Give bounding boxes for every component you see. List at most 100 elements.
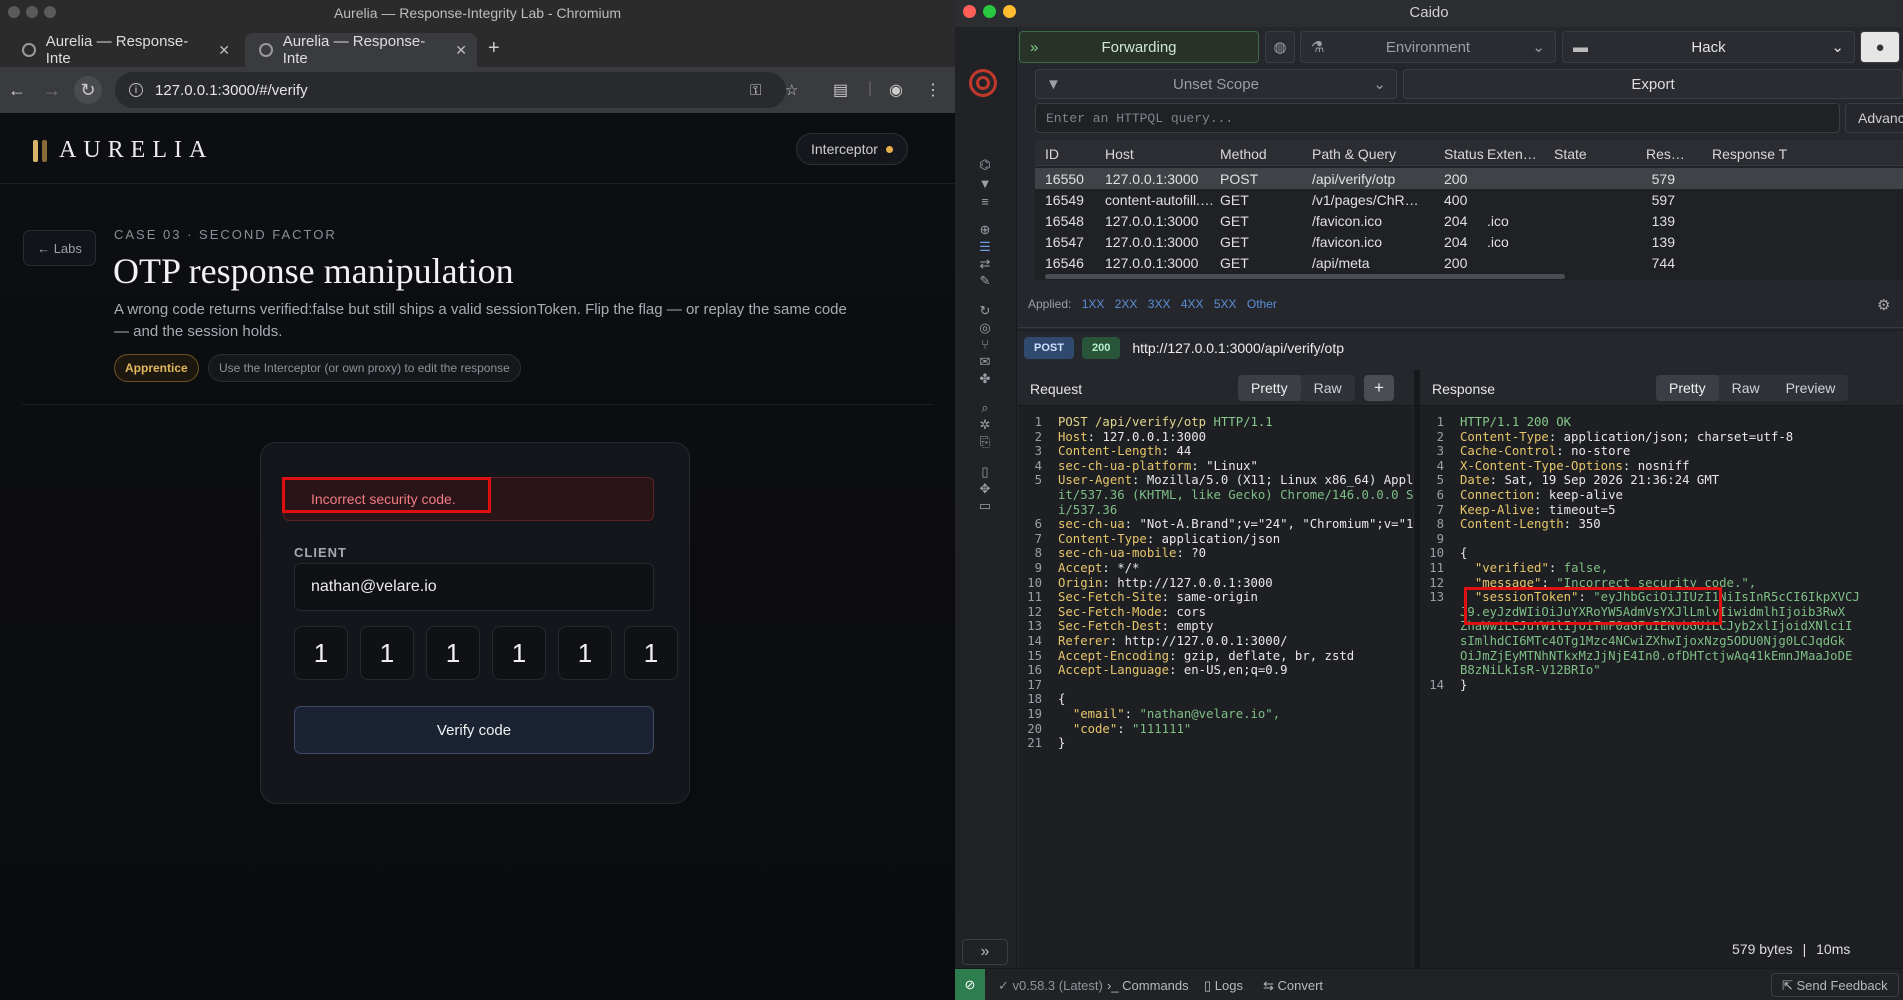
logs-button[interactable]: ▯ Logs	[1204, 978, 1243, 994]
maximize-window-button[interactable]	[983, 5, 996, 18]
email-field[interactable]: nathan@velare.io	[294, 563, 654, 611]
tab-pretty[interactable]: Pretty	[1238, 375, 1301, 401]
bug-icon[interactable]: ✲	[977, 417, 993, 432]
user-avatar-icon[interactable]: ●	[1860, 31, 1900, 63]
chat-icon[interactable]: ✉	[977, 354, 993, 369]
version-label: ✓ v0.58.3 (Latest)	[998, 978, 1103, 993]
profile-icon[interactable]: ◉	[889, 80, 903, 100]
code-line: "code": "111111"	[1072, 721, 1192, 736]
column-header[interactable]: Path & Query	[1312, 146, 1396, 162]
table-row[interactable]: 16546 127.0.0.1:3000 GET/api/meta 200 744	[1035, 252, 1903, 273]
export-file-icon[interactable]: ⎘	[977, 434, 993, 449]
column-header[interactable]: Exten…	[1487, 146, 1537, 162]
close-tab-icon[interactable]: ✕	[218, 42, 230, 59]
column-header[interactable]: Res…	[1646, 146, 1685, 162]
back-icon[interactable]: ←	[3, 76, 31, 104]
environment-select[interactable]: ⚗ Environment ⌄	[1300, 31, 1556, 63]
table-cell-path: /api/meta	[1312, 255, 1370, 271]
tab-preview[interactable]: Preview	[1773, 375, 1849, 401]
scope-select[interactable]: ▼ Unset Scope ⌄	[1035, 69, 1397, 99]
automate-icon[interactable]: ↻	[977, 303, 993, 318]
otp-digit-2[interactable]: 1	[360, 626, 414, 680]
table-row[interactable]: 16550 127.0.0.1:3000 POST/api/verify/otp 20…	[1035, 168, 1903, 189]
back-to-labs-button[interactable]: ← Labs	[23, 230, 96, 266]
close-tab-icon[interactable]: ✕	[455, 42, 467, 59]
target-icon[interactable]: ◎	[977, 320, 993, 335]
wrench-icon[interactable]: ✎	[977, 273, 993, 288]
tab-raw[interactable]: Raw	[1719, 375, 1773, 401]
table-row[interactable]: 16547 127.0.0.1:3000 GET/favicon.ico 204 .ic…	[1035, 231, 1903, 252]
http-history-icon[interactable]: ☰	[977, 239, 993, 254]
filter-3xx[interactable]: 3XX	[1148, 297, 1171, 311]
connection-icon[interactable]: ⊘	[955, 969, 985, 1000]
browser-tab-1[interactable]: Aurelia — Response-Inte ✕	[8, 33, 240, 67]
scope-icon[interactable]: ≡	[977, 194, 993, 209]
convert-button[interactable]: ⇆ Convert	[1263, 978, 1323, 994]
side-panel-icon[interactable]: ▤	[833, 80, 848, 100]
otp-digit-1[interactable]: 1	[294, 626, 348, 680]
otp-digit-6[interactable]: 1	[624, 626, 678, 680]
forward-icon[interactable]: →	[38, 76, 66, 104]
httpql-input[interactable]: Enter an HTTPQL query...	[1035, 103, 1840, 133]
add-button[interactable]: +	[1364, 375, 1394, 401]
search-icon[interactable]: ⌕	[977, 400, 993, 415]
column-header[interactable]: Host	[1105, 146, 1134, 162]
table-row[interactable]: 16549 content-autofill.… GET/v1/pages/ChR……	[1035, 189, 1903, 210]
column-header[interactable]: State	[1554, 146, 1587, 162]
send-feedback-button[interactable]: ⇱ Send Feedback	[1771, 973, 1899, 997]
filter-1xx[interactable]: 1XX	[1082, 297, 1105, 311]
key-icon[interactable]: ⚿	[750, 82, 761, 99]
pane-divider[interactable]	[1018, 327, 1903, 328]
verify-code-button[interactable]: Verify code	[294, 706, 654, 754]
filter-icon[interactable]: ▼	[977, 176, 993, 191]
tab-pretty[interactable]: Pretty	[1656, 375, 1719, 401]
project-label: Hack	[1691, 38, 1726, 56]
horizontal-scrollbar[interactable]	[1045, 274, 1565, 279]
table-row[interactable]: 16548 127.0.0.1:3000 GET/favicon.ico 204 .ic…	[1035, 210, 1903, 231]
menu-kebab-icon[interactable]: ⋮	[925, 80, 941, 100]
replay-icon[interactable]: ⇄	[977, 256, 993, 271]
browser-tab-2[interactable]: Aurelia — Response-Inte ✕	[245, 33, 477, 67]
column-header[interactable]: Status	[1444, 146, 1484, 162]
bookmark-star-icon[interactable]: ☆	[785, 81, 798, 99]
address-bar[interactable]: i 127.0.0.1:3000/#/verify ⚿ ☆	[115, 72, 798, 108]
minimize-window-button[interactable]	[1003, 5, 1016, 18]
otp-digit-3[interactable]: 1	[426, 626, 480, 680]
proxy-settings-icon[interactable]: ◍	[1265, 31, 1295, 63]
workflow-icon[interactable]: ⑂	[977, 337, 993, 352]
minimize-window-button[interactable]	[26, 6, 38, 18]
puzzle-icon[interactable]: ✥	[977, 481, 993, 496]
filter-other[interactable]: Other	[1247, 297, 1277, 311]
plugins-icon[interactable]: ✤	[977, 371, 993, 386]
site-info-icon[interactable]: i	[129, 83, 143, 97]
sitemap-icon[interactable]: ⌬	[977, 157, 993, 172]
column-header[interactable]: Response T	[1712, 146, 1787, 162]
export-button[interactable]: Export	[1403, 69, 1903, 99]
new-tab-button[interactable]: +	[488, 37, 500, 60]
commands-button[interactable]: ›_ Commands	[1107, 978, 1189, 993]
monitor-icon[interactable]: ▭	[977, 498, 993, 513]
otp-digit-4[interactable]: 1	[492, 626, 546, 680]
file-icon[interactable]: ▯	[977, 464, 993, 479]
column-header[interactable]: Method	[1220, 146, 1267, 162]
interceptor-label: Interceptor	[811, 141, 878, 157]
forwarding-toggle[interactable]: » Forwarding	[1019, 31, 1259, 63]
filter-5xx[interactable]: 5XX	[1214, 297, 1237, 311]
interceptor-status[interactable]: Interceptor	[796, 133, 908, 165]
advanced-button[interactable]: Advanced	[1845, 103, 1903, 133]
request-title: Request	[1030, 381, 1083, 397]
column-header[interactable]: ID	[1045, 146, 1059, 162]
otp-digit-5[interactable]: 1	[558, 626, 612, 680]
maximize-window-button[interactable]	[44, 6, 56, 18]
table-cell-status: 400	[1444, 192, 1468, 208]
intercept-icon[interactable]: ⊕	[977, 222, 993, 237]
filter-4xx[interactable]: 4XX	[1181, 297, 1204, 311]
gear-icon[interactable]: ⚙	[1877, 296, 1890, 314]
expand-sidebar-icon[interactable]: »	[962, 939, 1008, 965]
project-select[interactable]: ▬ Hack ⌄	[1562, 31, 1855, 63]
filter-2xx[interactable]: 2XX	[1115, 297, 1138, 311]
close-window-button[interactable]	[8, 6, 20, 18]
reload-icon[interactable]: ↻	[74, 76, 102, 104]
tab-raw[interactable]: Raw	[1301, 375, 1355, 401]
close-window-button[interactable]	[963, 5, 976, 18]
